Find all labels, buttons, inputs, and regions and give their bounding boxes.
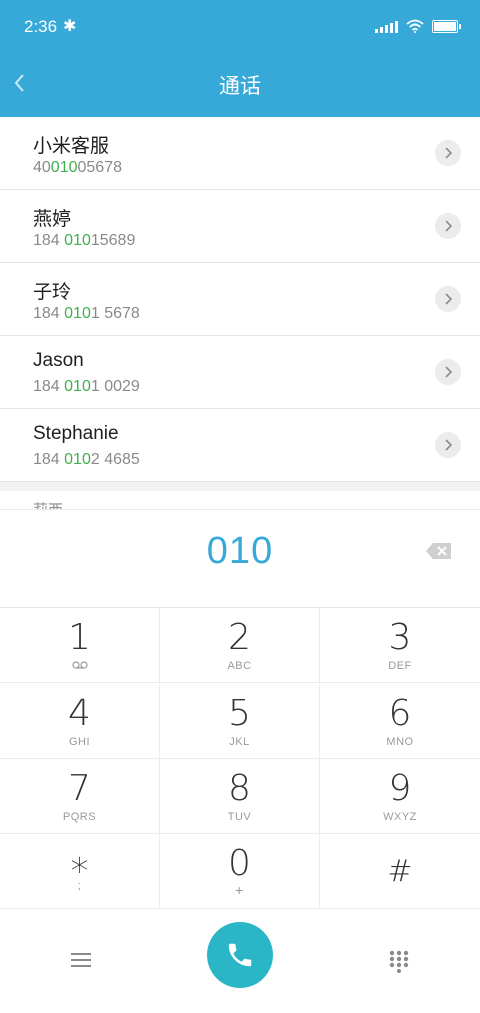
contact-number: 4001005678 [33,159,122,176]
chevron-right-icon [445,293,453,305]
contact-name: Stephanie [33,423,119,444]
key-hash[interactable]: # [320,834,480,909]
details-button[interactable] [435,432,461,458]
contact-name: 莉西 [33,502,63,509]
dialpad-icon [389,950,409,973]
dialed-number: 010 [206,530,274,572]
key-2[interactable]: 2 ABC [160,608,320,683]
list-item[interactable]: Jason 184 0101 0029 [0,336,480,409]
key-letters: MNO [386,736,414,748]
signal-icon [375,19,398,33]
bluetooth-icon: ✱ [63,18,77,35]
chevron-right-icon [445,220,453,232]
backspace-icon [426,543,451,559]
status-time: 2:36 [24,17,58,36]
contact-name: 小米客服 [33,136,110,157]
voicemail-icon [0,660,159,672]
key-4[interactable]: 4 GHI [0,684,160,759]
key-1[interactable]: 1 [0,608,160,683]
key-digit: 2 [228,617,251,658]
key-letters: PQRS [62,811,97,823]
partial-list-item[interactable]: 莉西 [33,497,63,509]
dialpad-toggle-button[interactable] [388,949,410,973]
key-digit: # [387,854,413,889]
status-icons [375,17,461,35]
key-6[interactable]: 6 MNO [320,684,480,759]
chevron-right-icon [445,366,453,378]
delete-button[interactable] [425,542,453,560]
key-star[interactable]: * ; [0,834,160,909]
details-button[interactable] [435,140,461,166]
details-button[interactable] [435,286,461,312]
menu-button[interactable] [70,951,92,969]
chevron-right-icon [445,439,453,451]
key-letters: JKL [229,736,250,748]
dial-display: 010 [0,509,480,607]
list-item[interactable]: 燕婷 184 01015689 [0,190,480,263]
contact-name: 燕婷 [33,209,72,230]
key-letters: ABC [227,660,252,672]
battery-icon [432,19,461,33]
list-divider [0,481,480,491]
key-letters: WXYZ [383,811,417,823]
key-digit: 0 [228,843,251,884]
key-letters: GHI [68,736,91,748]
key-digit: 8 [228,768,251,809]
chevron-right-icon [445,147,453,159]
key-0[interactable]: 0 + [160,834,320,909]
key-3[interactable]: 3 DEF [320,608,480,683]
wifi-icon [406,19,424,33]
key-5[interactable]: 5 JKL [160,684,320,759]
dialpad: 1 2 ABC 3 DEF 4 GHI 5 JKL 6 MNO 7 PQRS 8… [0,607,480,910]
phone-icon [228,943,252,967]
key-7[interactable]: 7 PQRS [0,759,160,834]
key-letters: TUV [227,811,252,823]
contact-number: 184 0101 5678 [33,305,140,322]
key-letters: + [235,882,244,898]
key-letters: DEF [388,660,412,672]
contact-name: 子玲 [33,282,72,303]
contact-name: Jason [33,350,84,371]
details-button[interactable] [435,213,461,239]
key-digit: 3 [388,617,412,658]
top-bar: 2:36 ✱ 通话 [0,0,480,117]
details-button[interactable] [435,359,461,385]
list-item[interactable]: Stephanie 184 0102 4685 [0,409,480,481]
key-digit: 6 [388,693,412,734]
contact-number: 184 0102 4685 [33,451,140,468]
title-bar: 通话 [0,52,480,117]
contact-number: 184 0101 0029 [33,378,140,395]
search-results-list: 小米客服 4001005678 燕婷 184 01015689 子玲 184 0… [0,117,480,481]
call-button[interactable] [207,922,273,988]
status-bar: 2:36 ✱ [0,0,480,52]
list-item[interactable]: 小米客服 4001005678 [0,117,480,190]
key-letters: ; [77,880,82,892]
contact-number: 184 01015689 [33,232,136,249]
bottom-bar [0,909,480,1013]
key-9[interactable]: 9 WXYZ [320,759,480,834]
key-digit: 7 [68,768,91,809]
list-item[interactable]: 子玲 184 0101 5678 [0,263,480,336]
key-digit: 1 [68,617,91,658]
key-digit: 9 [388,768,412,809]
key-digit: 4 [68,693,91,734]
menu-icon [71,953,91,967]
page-title: 通话 [219,75,261,98]
key-digit: 5 [228,693,251,734]
key-8[interactable]: 8 TUV [160,759,320,834]
